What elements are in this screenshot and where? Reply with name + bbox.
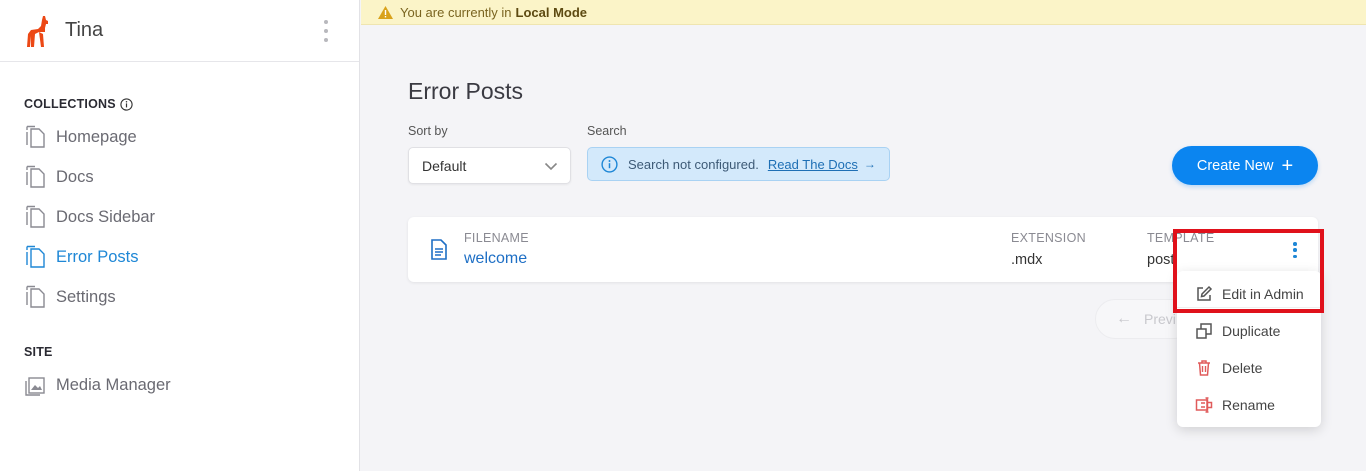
extension-value: .mdx	[1011, 252, 1043, 268]
info-icon	[601, 155, 618, 173]
local-mode-banner: You are currently in Local Mode	[361, 0, 1366, 25]
info-icon[interactable]	[120, 97, 133, 111]
menu-item-label: Edit in Admin	[1222, 286, 1304, 302]
llama-logo-icon	[26, 14, 54, 48]
menu-item-label: Duplicate	[1222, 323, 1281, 339]
row-actions-menu: Edit in Admin Duplicate Delete Rename	[1177, 271, 1321, 427]
template-value: post	[1147, 252, 1175, 268]
sidebar-item-label: Media Manager	[56, 375, 171, 394]
document-icon	[24, 245, 46, 269]
search-note-text: Search not configured.	[628, 156, 759, 172]
sidebar-item-settings[interactable]: Settings	[24, 282, 116, 312]
sidebar-header: Tina	[0, 0, 359, 62]
document-icon	[24, 125, 46, 149]
sort-label: Sort by	[408, 124, 448, 138]
sidebar-menu-icon[interactable]	[323, 20, 329, 42]
search-not-configured-notice: Search not configured. Read The Docs →	[587, 147, 890, 181]
duplicate-icon	[1195, 322, 1213, 340]
sidebar-item-error-posts[interactable]: Error Posts	[24, 242, 139, 272]
duplicate-menu-item[interactable]: Duplicate	[1177, 313, 1321, 349]
warning-icon	[377, 5, 394, 20]
media-icon	[24, 373, 46, 397]
filename-header: FILENAME	[464, 231, 529, 245]
menu-item-label: Rename	[1222, 397, 1275, 413]
sidebar-item-label: Docs	[56, 167, 94, 186]
arrow-right-icon: →	[863, 157, 876, 171]
sidebar-item-docs[interactable]: Docs	[24, 162, 94, 192]
edit-icon	[1195, 285, 1213, 303]
rename-menu-item[interactable]: Rename	[1177, 387, 1321, 423]
read-the-docs-link[interactable]: Read The Docs	[768, 157, 858, 172]
create-new-label: Create New	[1196, 157, 1274, 174]
template-header: TEMPLATE	[1147, 231, 1215, 245]
filename-link[interactable]: welcome	[464, 250, 527, 268]
document-icon	[24, 205, 46, 229]
sidebar-item-label: Docs Sidebar	[56, 207, 156, 226]
search-label: Search	[587, 124, 627, 138]
arrow-left-icon: ←	[1116, 310, 1132, 327]
document-icon	[24, 165, 46, 189]
row-actions-kebab-icon[interactable]	[1292, 242, 1298, 258]
file-document-icon	[430, 239, 448, 265]
chevron-down-icon	[544, 159, 558, 176]
menu-item-label: Delete	[1222, 360, 1263, 376]
sidebar-item-docs-sidebar[interactable]: Docs Sidebar	[24, 202, 155, 232]
collections-heading: COLLECTIONS	[24, 97, 133, 111]
banner-mode: Local Mode	[515, 4, 588, 20]
page-title: Error Posts	[408, 78, 524, 104]
plus-icon: +	[1281, 154, 1294, 177]
app-title: Tina	[65, 19, 104, 41]
banner-text: You are currently in	[400, 4, 512, 20]
sort-value: Default	[422, 157, 467, 174]
rename-icon	[1195, 396, 1213, 414]
menu-divider	[1177, 307, 1321, 308]
sidebar-item-label: Settings	[56, 287, 116, 306]
collections-title: COLLECTIONS	[24, 97, 116, 111]
sidebar-item-label: Homepage	[56, 127, 137, 146]
site-title: SITE	[24, 345, 53, 359]
create-new-button[interactable]: Create New +	[1172, 146, 1318, 185]
sidebar-item-homepage[interactable]: Homepage	[24, 122, 137, 152]
sort-select[interactable]: Default	[408, 147, 571, 184]
document-icon	[24, 285, 46, 309]
previous-label: Previ	[1144, 311, 1176, 327]
extension-header: EXTENSION	[1011, 231, 1086, 245]
sidebar: Tina COLLECTIONS Homepage Docs Docs Side…	[0, 0, 360, 471]
trash-icon	[1195, 359, 1213, 377]
sidebar-item-label: Error Posts	[56, 247, 139, 266]
delete-menu-item[interactable]: Delete	[1177, 350, 1321, 386]
site-heading: SITE	[24, 345, 53, 359]
sidebar-item-media-manager[interactable]: Media Manager	[24, 370, 171, 400]
